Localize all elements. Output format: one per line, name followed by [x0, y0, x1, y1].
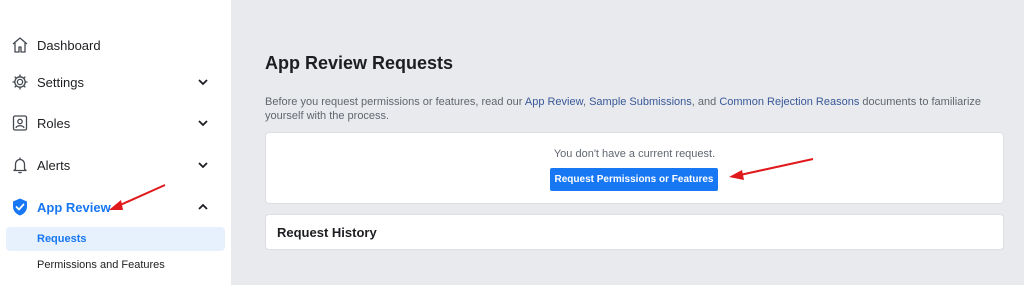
chevron-down-icon[interactable] — [196, 158, 210, 172]
sidebar: Dashboard Settings Roles Alerts App Revi… — [0, 0, 231, 285]
sidebar-item-label: Dashboard — [37, 37, 101, 53]
app-review-link[interactable]: App Review — [525, 96, 583, 108]
sidebar-subitem-permissions-and-features[interactable]: Permissions and Features — [6, 253, 225, 277]
intro-text: Before you request permissions or featur… — [265, 95, 1005, 123]
chevron-up-icon[interactable] — [196, 200, 210, 214]
page-title: App Review Requests — [265, 53, 454, 73]
sidebar-item-label: App Review — [37, 199, 111, 215]
sidebar-item-label: Roles — [37, 115, 71, 131]
sidebar-item-label: Alerts — [37, 157, 71, 173]
sidebar-item-settings[interactable]: Settings — [0, 62, 231, 102]
chevron-down-icon[interactable] — [196, 75, 210, 89]
request-history-title: Request History — [277, 225, 377, 240]
sidebar-subitem-requests[interactable]: Requests — [6, 227, 225, 251]
intro-separator: , and — [691, 96, 720, 108]
common-rejection-reasons-link[interactable]: Common Rejection Reasons — [719, 96, 859, 108]
sample-submissions-link[interactable]: Sample Submissions — [589, 96, 692, 108]
intro-text-part: Before you request permissions or featur… — [265, 96, 525, 108]
user-badge-icon — [10, 113, 30, 133]
main-content: App Review Requests Before you request p… — [231, 0, 1024, 285]
no-request-message: You don't have a current request. — [553, 148, 716, 160]
request-permissions-button[interactable]: Request Permissions or Features — [550, 168, 718, 191]
sidebar-item-app-review[interactable]: App Review — [0, 187, 231, 227]
gear-icon — [10, 72, 30, 92]
sidebar-item-dashboard[interactable]: Dashboard — [0, 25, 231, 65]
sidebar-item-roles[interactable]: Roles — [0, 103, 231, 143]
shield-check-icon — [10, 197, 30, 217]
home-icon — [10, 35, 30, 55]
chevron-down-icon[interactable] — [196, 116, 210, 130]
current-request-card: You don't have a current request. Reques… — [265, 132, 1004, 204]
request-history-card[interactable]: Request History — [265, 214, 1004, 250]
sidebar-item-alerts[interactable]: Alerts — [0, 145, 231, 185]
bell-icon — [10, 155, 30, 175]
sidebar-item-label: Settings — [37, 74, 84, 90]
